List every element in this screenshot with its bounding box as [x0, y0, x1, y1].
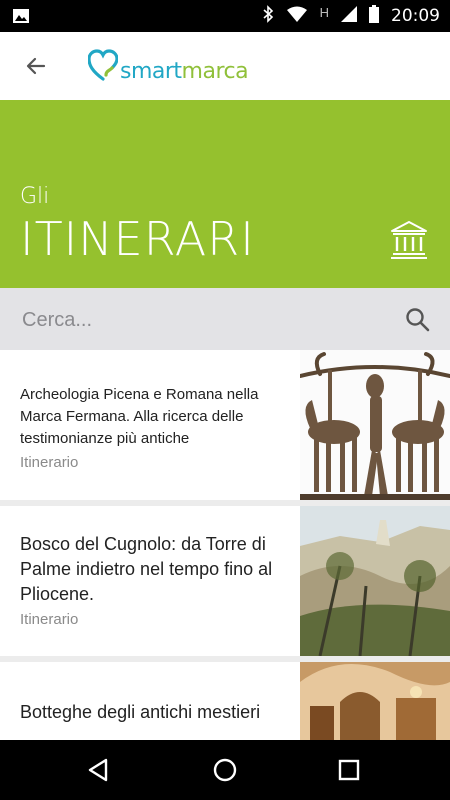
nav-back-icon[interactable] [84, 755, 114, 785]
bluetooth-icon [262, 4, 274, 28]
item-thumbnail [300, 506, 450, 656]
smartmarca-logo: smartmarca [88, 46, 249, 86]
arrow-back-icon [26, 57, 46, 75]
logo-text-marca: marca [181, 58, 249, 84]
list-item[interactable]: Bosco del Cugnolo: da Torre di Palme ind… [0, 506, 450, 656]
list-item[interactable]: Botteghe degli antichi mestieri [0, 662, 450, 740]
item-title: Bosco del Cugnolo: da Torre di Palme ind… [20, 534, 273, 604]
back-button[interactable] [20, 50, 52, 82]
system-navigation-bar [0, 740, 450, 800]
item-title: Archeologia Picena e Romana nella Marca … [20, 386, 259, 447]
heart-logo-icon [88, 49, 118, 81]
museum-icon [391, 221, 427, 259]
search-input[interactable] [20, 300, 394, 340]
app-bar: smartmarca [0, 32, 450, 100]
item-thumbnail [300, 350, 450, 500]
item-type: Itinerario [20, 611, 79, 628]
section-title: ITINERARI [20, 212, 255, 266]
section-header: Gli ITINERARI [0, 100, 450, 288]
network-type-label: H [319, 4, 329, 20]
logo-text-smart: smart [120, 58, 182, 84]
item-thumbnail [300, 662, 450, 740]
item-title: Botteghe degli antichi mestieri [20, 702, 261, 722]
battery-icon [369, 4, 379, 28]
section-pretitle: Gli [20, 184, 50, 209]
nav-recents-icon[interactable] [334, 755, 364, 785]
clock: 20:09 [391, 6, 440, 26]
search-bar [0, 288, 450, 350]
nav-home-icon[interactable] [210, 755, 240, 785]
signal-icon [341, 5, 357, 27]
image-notification-icon [12, 8, 30, 29]
search-icon[interactable] [404, 306, 432, 334]
item-type: Itinerario [20, 454, 79, 471]
list-item[interactable]: Archeologia Picena e Romana nella Marca … [0, 350, 450, 500]
wifi-icon [286, 6, 308, 27]
status-bar: H 20:09 [0, 0, 450, 32]
